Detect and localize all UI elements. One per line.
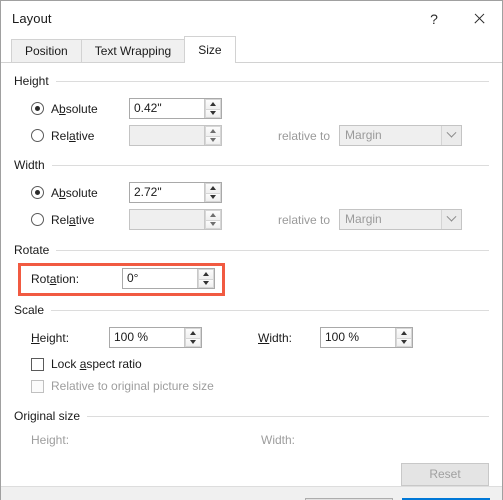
original-size-width-label: Width: bbox=[261, 433, 296, 447]
spin-down-icon[interactable] bbox=[185, 337, 201, 347]
width-group-legend: Width bbox=[14, 158, 45, 172]
spin-down-icon[interactable] bbox=[205, 192, 221, 202]
scale-height-spinner[interactable]: 100 % bbox=[109, 327, 202, 348]
width-group-header: Width bbox=[14, 158, 489, 172]
scale-width-label: Width: bbox=[258, 330, 293, 345]
spin-up-icon[interactable] bbox=[205, 183, 221, 193]
chevron-down-icon bbox=[441, 126, 462, 145]
spin-up-icon[interactable] bbox=[198, 269, 214, 279]
spin-down-icon[interactable] bbox=[198, 278, 214, 288]
width-relative-to-value: Margin bbox=[345, 212, 382, 226]
rotation-spin-buttons bbox=[197, 269, 214, 288]
height-absolute-value[interactable]: 0.42" bbox=[130, 99, 204, 118]
width-relative-value bbox=[130, 210, 204, 229]
dialog-title: Layout bbox=[12, 11, 52, 26]
close-glyph bbox=[473, 13, 485, 25]
reset-row: Reset bbox=[14, 463, 489, 486]
rotate-group-header: Rotate bbox=[14, 243, 489, 257]
height-group-header: Height bbox=[14, 74, 489, 88]
scale-group-rule bbox=[51, 309, 489, 311]
scale-values-row: Height: 100 % Width: 100 % bbox=[14, 327, 489, 348]
rotation-label: Rotation: bbox=[31, 271, 80, 286]
spin-up-icon bbox=[205, 126, 221, 136]
rotate-group-legend: Rotate bbox=[14, 243, 50, 257]
height-relative-to-label: relative to bbox=[278, 128, 331, 143]
scale-group-header: Scale bbox=[14, 303, 489, 317]
width-relative-radio[interactable] bbox=[31, 213, 44, 226]
height-relative-value bbox=[130, 126, 204, 145]
spin-down-icon[interactable] bbox=[205, 108, 221, 118]
height-relative-to-combo: Margin bbox=[339, 125, 463, 146]
title-bar: Layout ? bbox=[1, 1, 502, 36]
layout-dialog: Layout ? Position Text Wrapping Size Hei… bbox=[0, 0, 503, 500]
rotation-value[interactable]: 0° bbox=[123, 269, 197, 288]
help-icon[interactable]: ? bbox=[412, 2, 456, 36]
scale-height-value[interactable]: 100 % bbox=[110, 328, 184, 347]
height-relative-spin-buttons bbox=[204, 126, 221, 145]
help-glyph: ? bbox=[430, 10, 438, 27]
tab-strip: Position Text Wrapping Size bbox=[1, 36, 502, 63]
original-size-values-row: Height: Width: bbox=[14, 433, 489, 447]
spin-down-icon bbox=[205, 135, 221, 145]
height-group-rule bbox=[55, 80, 489, 82]
original-size-group-legend: Original size bbox=[14, 409, 81, 423]
scale-group-legend: Scale bbox=[14, 303, 45, 317]
width-absolute-radio[interactable] bbox=[31, 186, 44, 199]
reset-button: Reset bbox=[401, 463, 489, 486]
width-relative-row: Relative relative to Margin bbox=[14, 209, 489, 230]
width-relative-to-combo: Margin bbox=[339, 209, 463, 230]
tab-size[interactable]: Size bbox=[184, 36, 236, 63]
width-absolute-label: Absolute bbox=[51, 185, 98, 200]
scale-width-spinner[interactable]: 100 % bbox=[320, 327, 413, 348]
width-absolute-spin-buttons bbox=[204, 183, 221, 202]
lock-aspect-ratio-row[interactable]: Lock aspect ratio bbox=[14, 357, 489, 371]
lock-aspect-ratio-checkbox[interactable] bbox=[31, 357, 44, 371]
width-relative-to-label: relative to bbox=[278, 212, 331, 227]
rotate-group-rule bbox=[56, 249, 489, 251]
height-absolute-spin-buttons bbox=[204, 99, 221, 118]
width-relative-spin-buttons bbox=[204, 210, 221, 229]
lock-aspect-ratio-label: Lock aspect ratio bbox=[51, 357, 142, 371]
dialog-footer: groovyPost.com OK Cancel bbox=[1, 486, 502, 500]
width-relative-spinner bbox=[129, 209, 222, 230]
height-absolute-label: Absolute bbox=[51, 101, 98, 116]
width-absolute-spinner[interactable]: 2.72" bbox=[129, 182, 222, 203]
original-size-group-header: Original size bbox=[14, 409, 489, 423]
spin-down-icon[interactable] bbox=[396, 337, 412, 347]
spin-up-icon bbox=[205, 210, 221, 220]
width-group-rule bbox=[51, 164, 489, 166]
rotation-row: Rotation: 0° bbox=[14, 268, 489, 289]
relative-original-size-row: Relative to original picture size bbox=[14, 379, 489, 393]
spin-down-icon bbox=[205, 219, 221, 229]
relative-original-size-label: Relative to original picture size bbox=[51, 379, 214, 393]
height-absolute-radio[interactable] bbox=[31, 102, 44, 115]
tab-text-wrapping[interactable]: Text Wrapping bbox=[80, 39, 186, 62]
scale-height-spin-buttons bbox=[184, 328, 201, 347]
relative-original-size-checkbox bbox=[31, 379, 44, 393]
scale-height-label: Height: bbox=[31, 330, 70, 345]
spin-up-icon[interactable] bbox=[185, 328, 201, 338]
spin-up-icon[interactable] bbox=[396, 328, 412, 338]
tab-position[interactable]: Position bbox=[11, 39, 82, 62]
chevron-down-icon bbox=[441, 210, 462, 229]
width-absolute-value[interactable]: 2.72" bbox=[130, 183, 204, 202]
original-size-height-label: Height: bbox=[31, 433, 70, 447]
height-relative-label: Relative bbox=[51, 128, 95, 143]
height-group-legend: Height bbox=[14, 74, 49, 88]
size-tab-panel: Height Absolute 0.42" Relative relative … bbox=[1, 62, 502, 486]
height-relative-spinner bbox=[129, 125, 222, 146]
scale-width-spin-buttons bbox=[395, 328, 412, 347]
height-absolute-row: Absolute 0.42" bbox=[14, 98, 489, 119]
height-absolute-spinner[interactable]: 0.42" bbox=[129, 98, 222, 119]
close-icon[interactable] bbox=[456, 2, 502, 36]
original-size-group-rule bbox=[87, 415, 489, 417]
width-absolute-row: Absolute 2.72" bbox=[14, 182, 489, 203]
width-relative-label: Relative bbox=[51, 212, 95, 227]
height-relative-to-value: Margin bbox=[345, 128, 382, 142]
rotation-spinner[interactable]: 0° bbox=[122, 268, 215, 289]
spin-up-icon[interactable] bbox=[205, 99, 221, 109]
height-relative-radio[interactable] bbox=[31, 129, 44, 142]
scale-width-value[interactable]: 100 % bbox=[321, 328, 395, 347]
height-relative-row: Relative relative to Margin bbox=[14, 125, 489, 146]
